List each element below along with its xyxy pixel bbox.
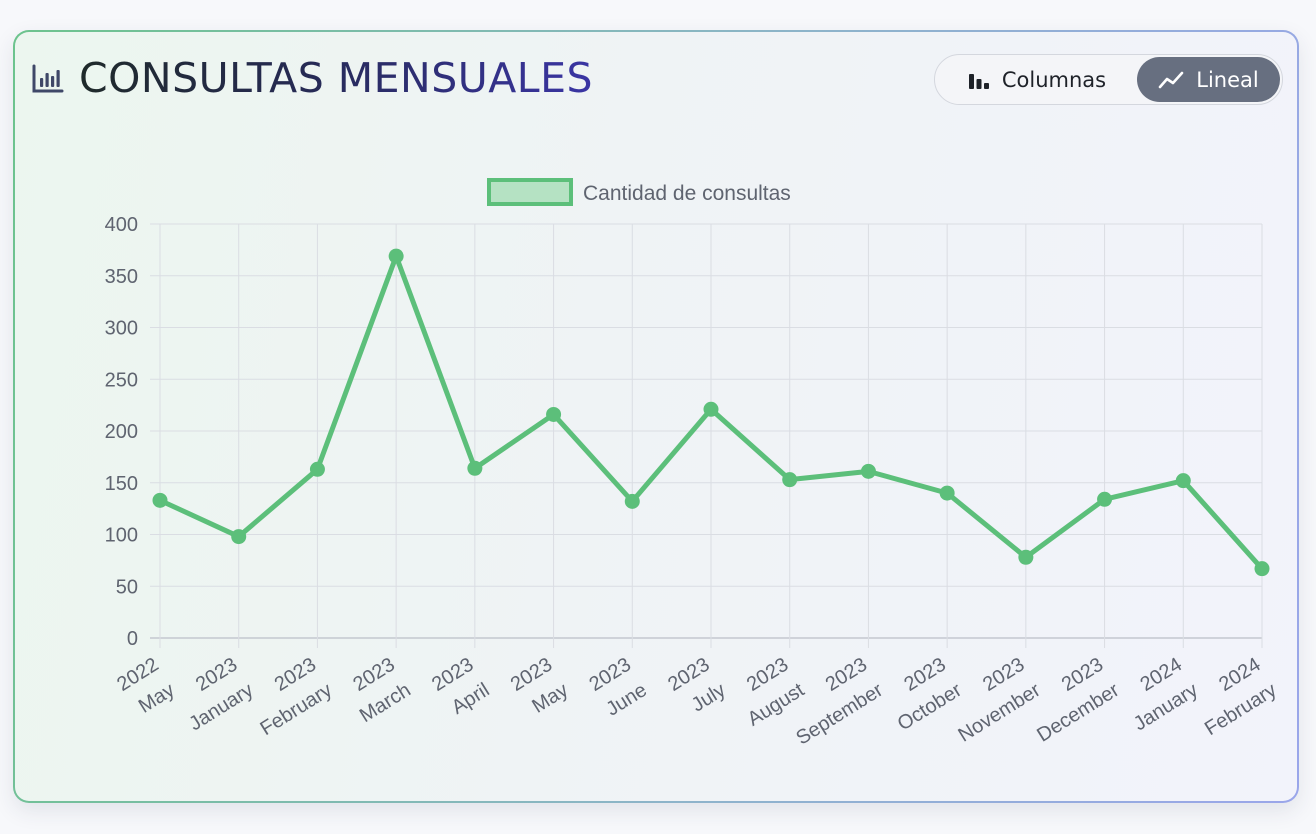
data-point	[467, 460, 483, 476]
line-chart: 0 50 100 150 200 250 300 350 400 2022May2023Janua…	[105, 178, 1281, 750]
data-point	[703, 401, 719, 417]
x-tick-label: 2023August	[728, 653, 809, 730]
data-point	[231, 529, 247, 545]
data-point	[782, 472, 798, 488]
x-tick-label: 2022May	[113, 654, 178, 722]
data-point	[939, 485, 955, 501]
data-point	[1097, 491, 1113, 507]
legend-swatch	[487, 178, 573, 206]
x-tick-label: 2023July	[664, 654, 729, 722]
x-tick-label: 2023January	[169, 654, 257, 736]
x-tick-label: 2023October	[878, 653, 966, 735]
y-tick-label: 300	[105, 318, 138, 340]
data-point	[546, 406, 562, 422]
x-tick-label: 2023March	[340, 654, 415, 728]
data-point	[309, 461, 325, 477]
data-point	[624, 493, 640, 509]
y-tick-label: 0	[127, 628, 138, 650]
x-tick-label: 2023April	[428, 654, 493, 722]
y-tick-label: 200	[105, 421, 138, 443]
x-tick-label: 2023June	[586, 654, 651, 722]
y-tick-label: 100	[105, 525, 138, 547]
y-tick-label: 400	[105, 214, 138, 236]
x-tick-label: 2024January	[1114, 654, 1202, 736]
legend-label: Cantidad de consultas	[583, 182, 791, 205]
y-tick-label: 150	[105, 473, 138, 495]
y-tick-label: 350	[105, 266, 138, 288]
data-point	[1175, 473, 1191, 489]
data-point	[152, 492, 168, 508]
y-tick-label: 250	[105, 369, 138, 391]
data-point	[1018, 549, 1034, 565]
y-tick-label: 50	[116, 576, 138, 598]
data-point	[388, 248, 404, 264]
x-tick-label: 2023May	[507, 654, 572, 722]
data-point	[860, 463, 876, 479]
data-point	[1254, 561, 1270, 577]
